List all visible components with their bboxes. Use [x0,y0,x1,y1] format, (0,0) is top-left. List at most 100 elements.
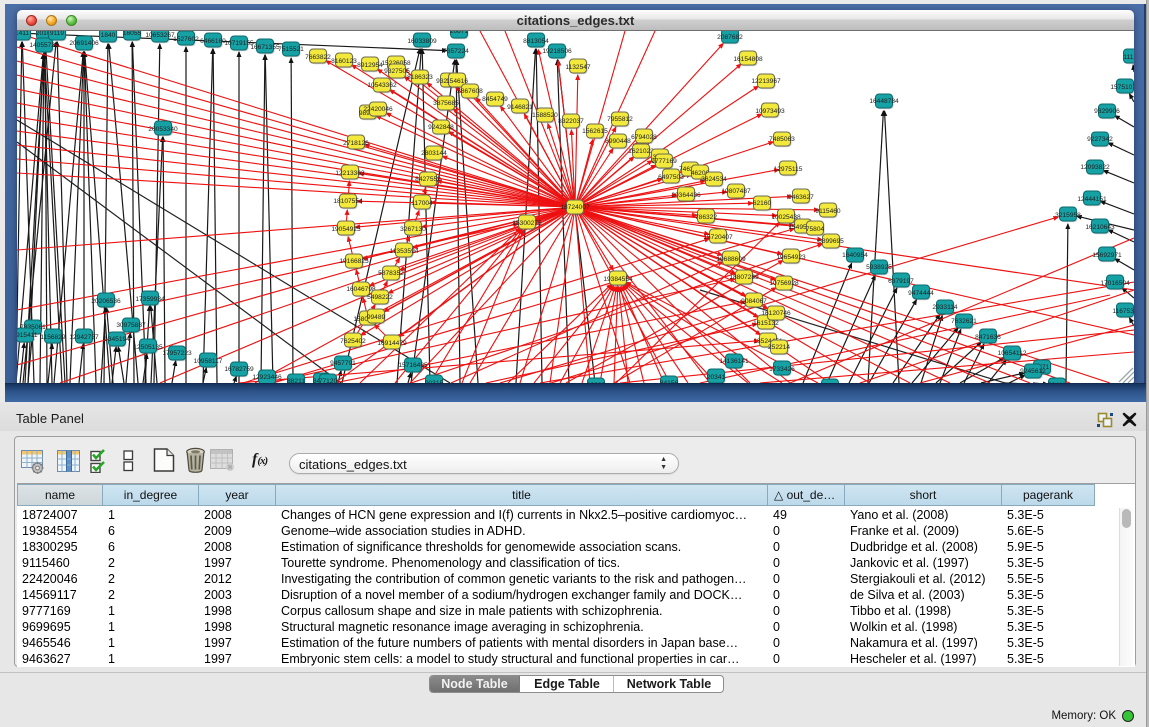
svg-text:8186323: 8186323 [407,74,433,81]
svg-text:16448784: 16448784 [869,98,899,105]
svg-text:2718126: 2718126 [343,140,369,147]
svg-text:12213363: 12213363 [335,170,365,177]
svg-text:5938925: 5938925 [866,264,892,271]
svg-text:10973493: 10973493 [755,108,785,115]
svg-text:6379197: 6379197 [888,278,914,285]
svg-text:16671355: 16671355 [250,44,280,51]
svg-text:9227342: 9227342 [1087,136,1113,143]
svg-text:5498222: 5498222 [367,294,393,301]
svg-text:14055724: 14055724 [29,42,59,49]
svg-text:12093822: 12093822 [1080,164,1110,171]
svg-text:17957223: 17957223 [162,350,192,357]
svg-text:8912954: 8912954 [357,62,383,69]
svg-text:99489: 99489 [367,314,386,321]
svg-text:19384554: 19384554 [603,276,633,283]
svg-text:1588520: 1588520 [532,112,558,119]
svg-text:2087682: 2087682 [717,34,743,41]
svg-text:15300275: 15300275 [512,220,542,227]
svg-text:12213967: 12213967 [751,78,781,85]
svg-text:1640954: 1640954 [842,252,868,259]
svg-text:9119: 9119 [50,31,65,37]
svg-text:8160123: 8160123 [331,58,357,65]
svg-text:10688609: 10688609 [716,256,746,263]
svg-text:6466160: 6466160 [200,38,226,45]
svg-text:20206536: 20206536 [91,298,121,305]
svg-text:11353594: 11353594 [390,248,419,255]
svg-text:1167531: 1167531 [1112,308,1134,315]
svg-text:18807289: 18807289 [729,274,759,281]
svg-text:19654923: 19654923 [776,254,806,261]
svg-text:9457791: 9457791 [330,360,356,367]
svg-text:2867608: 2867608 [457,88,483,95]
svg-text:3915411: 3915411 [17,332,38,339]
svg-text:16782759: 16782759 [224,366,254,373]
svg-text:15716485: 15716485 [398,362,428,369]
svg-text:5878352: 5878352 [378,270,404,277]
svg-text:16120746: 16120746 [761,310,791,317]
svg-text:11123: 11123 [1123,54,1134,61]
svg-text:16210643: 16210643 [1085,224,1115,231]
svg-text:15720407: 15720407 [703,234,733,241]
svg-text:8990448: 8990448 [605,138,631,145]
svg-text:20871: 20871 [450,31,469,35]
svg-text:2933114: 2933114 [932,304,958,311]
svg-text:12942737: 12942737 [69,334,99,341]
svg-text:16055: 16055 [123,31,142,37]
svg-text:20364436: 20364436 [671,192,701,199]
svg-text:7955812: 7955812 [607,116,633,123]
svg-text:7485063: 7485063 [769,136,795,143]
svg-text:2803144: 2803144 [421,150,447,157]
svg-text:8427552: 8427552 [415,176,441,183]
svg-text:3624534: 3624534 [701,176,727,183]
svg-text:10958117: 10958117 [194,358,223,365]
svg-text:9777169: 9777169 [651,158,677,165]
svg-text:9242848: 9242848 [428,124,454,131]
svg-text:9245612: 9245612 [1020,368,1046,375]
svg-text:6899695: 6899695 [818,238,844,245]
svg-text:9329906: 9329906 [1094,108,1120,115]
svg-text:12975115: 12975115 [774,166,803,173]
svg-text:9474444: 9474444 [908,290,934,297]
svg-text:9115460: 9115460 [815,208,841,215]
svg-text:22420046: 22420046 [363,106,393,113]
svg-text:75804: 75804 [806,226,825,233]
svg-text:9084067: 9084067 [741,298,767,305]
svg-text:1840: 1840 [101,32,116,39]
svg-text:10654112: 10654112 [998,350,1027,357]
svg-text:7663822: 7663822 [305,54,331,61]
svg-text:8471636: 8471636 [975,334,1001,341]
svg-text:7515521: 7515521 [278,46,304,53]
svg-text:8813054: 8813054 [523,38,549,45]
svg-text:16914479: 16914479 [377,340,407,347]
svg-text:1156829: 1156829 [40,334,66,341]
svg-text:17016504: 17016504 [1100,280,1130,287]
svg-text:7357224: 7357224 [443,48,469,55]
svg-text:8322037: 8322037 [558,118,584,125]
svg-text:16033809: 16033809 [407,38,437,45]
svg-text:117004: 117004 [411,200,433,207]
svg-text:10653267: 10653267 [145,32,175,39]
svg-text:6794028: 6794028 [631,134,657,141]
svg-text:7632621: 7632621 [951,318,977,325]
svg-text:7625402: 7625402 [340,338,366,345]
svg-text:1132547: 1132547 [565,64,591,71]
svg-text:20341: 20341 [707,374,726,381]
svg-text:15692971: 15692971 [1092,252,1122,259]
svg-text:19054925: 19054925 [331,226,361,233]
svg-text:8454749: 8454749 [482,96,508,103]
svg-text:15751074: 15751074 [1110,84,1134,91]
svg-text:6497503: 6497503 [658,174,684,181]
svg-text:18107554: 18107554 [333,198,363,205]
svg-text:1733426: 1733426 [769,366,795,373]
svg-text:1562615: 1562615 [582,128,608,135]
svg-text:20053340: 20053340 [148,126,178,133]
svg-text:16154808: 16154808 [733,56,763,63]
svg-text:10543362: 10543362 [367,82,397,89]
svg-text:9463627: 9463627 [788,194,814,201]
svg-text:10807487: 10807487 [721,188,751,195]
svg-text:3267130: 3267130 [400,226,426,233]
svg-text:1527602: 1527602 [173,36,199,43]
svg-text:19166825: 19166825 [339,258,369,265]
svg-text:19218506: 19218506 [542,48,572,55]
svg-text:9146821: 9146821 [507,104,533,111]
